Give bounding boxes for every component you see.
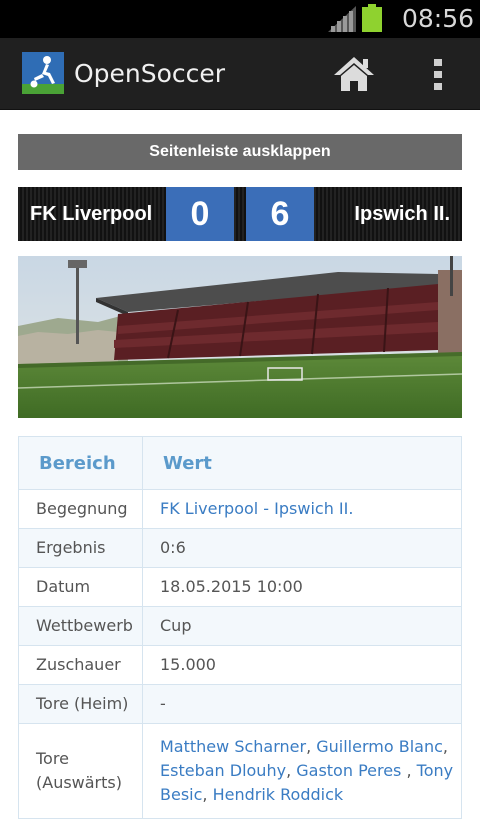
- table-row: Tore (Heim) -: [18, 684, 462, 724]
- app-title: OpenSoccer: [74, 59, 226, 88]
- home-score: 0: [166, 187, 234, 241]
- table-row: Datum 18.05.2015 10:00: [18, 567, 462, 607]
- scorer-link[interactable]: Guillermo Blanc: [316, 737, 443, 756]
- overflow-menu-icon[interactable]: [424, 54, 452, 94]
- scorer-separator: ,: [286, 761, 297, 780]
- scorer-link[interactable]: Matthew Scharner: [160, 737, 306, 756]
- status-clock: 08:56: [401, 4, 474, 33]
- scorer-link[interactable]: Gaston Peres: [296, 761, 406, 780]
- table-row: Wettbewerb Cup: [18, 606, 462, 646]
- battery-icon: [362, 4, 382, 32]
- scorer-separator: ,: [442, 737, 448, 756]
- table-row: Zuschauer 15.000: [18, 645, 462, 685]
- sidebar-toggle-button[interactable]: Seitenleiste ausklappen: [18, 134, 462, 170]
- row-value: 0:6: [142, 528, 462, 568]
- row-value: 15.000: [142, 645, 462, 685]
- header-wert[interactable]: Wert: [142, 436, 462, 490]
- scorer-separator: ,: [406, 761, 417, 780]
- away-score: 6: [246, 187, 314, 241]
- row-value: Matthew Scharner, Guillermo Blanc, Esteb…: [142, 723, 462, 819]
- table-row: Ergebnis 0:6: [18, 528, 462, 568]
- app-logo-icon[interactable]: [22, 52, 64, 94]
- scorer-link[interactable]: Hendrik Roddick: [213, 785, 344, 804]
- scorer-separator: ,: [202, 785, 213, 804]
- row-key: Begegnung: [18, 489, 143, 529]
- home-icon[interactable]: [332, 54, 376, 94]
- match-link[interactable]: FK Liverpool - Ipswich II.: [160, 499, 353, 518]
- row-key: Tore (Auswärts): [18, 723, 143, 819]
- away-team-name[interactable]: Ipswich II.: [354, 187, 450, 241]
- row-key: Zuschauer: [18, 645, 143, 685]
- scorer-link[interactable]: Esteban Dlouhy: [160, 761, 286, 780]
- match-info-table: Bereich Wert Begegnung FK Liverpool - Ip…: [18, 436, 462, 819]
- table-row: Tore (Auswärts) Matthew Scharner, Guille…: [18, 723, 462, 819]
- table-row: Begegnung FK Liverpool - Ipswich II.: [18, 489, 462, 529]
- header-bereich[interactable]: Bereich: [18, 436, 143, 490]
- row-value: -: [142, 684, 462, 724]
- signal-icon: [328, 6, 356, 32]
- row-key: Wettbewerb: [18, 606, 143, 646]
- row-key: Datum: [18, 567, 143, 607]
- content-area: Seitenleiste ausklappen FK Liverpool 0 6…: [0, 110, 480, 819]
- table-header-row: Bereich Wert: [18, 436, 462, 490]
- status-bar: 08:56: [0, 0, 480, 38]
- scorer-separator: ,: [306, 737, 317, 756]
- stadium-image: [18, 256, 462, 418]
- row-key: Tore (Heim): [18, 684, 143, 724]
- row-key: Ergebnis: [18, 528, 143, 568]
- row-value: FK Liverpool - Ipswich II.: [142, 489, 462, 529]
- home-team-name[interactable]: FK Liverpool: [30, 187, 152, 241]
- action-bar: OpenSoccer: [0, 38, 480, 110]
- row-value: Cup: [142, 606, 462, 646]
- scoreboard: FK Liverpool 0 6 Ipswich II.: [18, 187, 462, 241]
- row-value: 18.05.2015 10:00: [142, 567, 462, 607]
